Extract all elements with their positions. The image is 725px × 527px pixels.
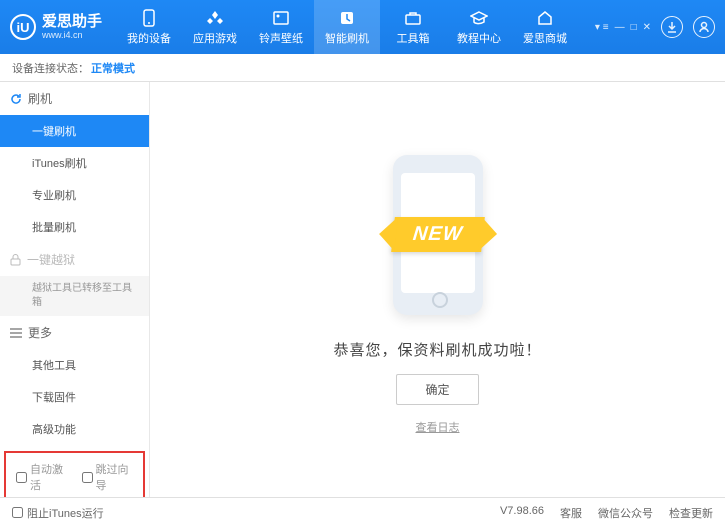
- nav-label: 应用游戏: [193, 30, 237, 46]
- sidebar-item-advanced[interactable]: 高级功能: [0, 413, 149, 445]
- brand-site: www.i4.cn: [42, 30, 102, 40]
- ok-button[interactable]: 确定: [396, 374, 478, 405]
- sidebar-item-oneclick[interactable]: 一键刷机: [0, 115, 149, 147]
- nav-label: 爱思商城: [523, 30, 567, 46]
- logo-icon: iU: [10, 14, 36, 40]
- auto-activate-checkbox[interactable]: 自动激活: [16, 461, 68, 493]
- image-icon: [272, 9, 290, 27]
- apps-icon: [206, 9, 224, 27]
- jailbreak-note: 越狱工具已转移至工具箱: [0, 276, 149, 316]
- view-log-link[interactable]: 查看日志: [416, 419, 460, 435]
- support-link[interactable]: 客服: [560, 505, 582, 521]
- status-value: 正常模式: [91, 60, 135, 76]
- sidebar-group-more[interactable]: 更多: [0, 316, 149, 349]
- flash-icon: [338, 9, 356, 27]
- graduation-icon: [470, 9, 488, 27]
- logo: iU 爱思助手 www.i4.cn: [0, 14, 116, 41]
- footer-right: V7.98.66 客服 微信公众号 检查更新: [500, 505, 713, 521]
- block-itunes-checkbox[interactable]: 阻止iTunes运行: [12, 505, 104, 521]
- brand-name: 爱思助手: [42, 14, 102, 31]
- nav-store[interactable]: 爱思商城: [512, 0, 578, 54]
- status-bar: 设备连接状态： 正常模式: [0, 54, 725, 82]
- window-controls: ▾ ≡ — □ ✕: [595, 22, 651, 33]
- user-button[interactable]: [693, 16, 715, 38]
- success-illustration: NEW: [358, 145, 518, 325]
- sidebar-item-pro[interactable]: 专业刷机: [0, 179, 149, 211]
- sidebar-item-firmware[interactable]: 下载固件: [0, 381, 149, 413]
- nav-label: 工具箱: [397, 30, 430, 46]
- group-label: 一键越狱: [27, 251, 75, 268]
- lock-icon: [10, 254, 21, 266]
- status-label: 设备连接状态：: [12, 60, 89, 76]
- success-message: 恭喜您，保资料刷机成功啦！: [333, 339, 541, 360]
- app-header: iU 爱思助手 www.i4.cn 我的设备 应用游戏 铃声壁纸 智能刷机 工具…: [0, 0, 725, 54]
- nav-label: 教程中心: [457, 30, 501, 46]
- sidebar-item-itunes[interactable]: iTunes刷机: [0, 147, 149, 179]
- minimize-button[interactable]: —: [615, 22, 625, 33]
- nav-label: 我的设备: [127, 30, 171, 46]
- home-icon: [536, 9, 554, 27]
- top-nav: 我的设备 应用游戏 铃声壁纸 智能刷机 工具箱 教程中心 爱思商城: [116, 0, 578, 54]
- list-icon: [10, 328, 22, 338]
- sidebar-item-batch[interactable]: 批量刷机: [0, 211, 149, 243]
- nav-label: 智能刷机: [325, 30, 369, 46]
- nav-my-device[interactable]: 我的设备: [116, 0, 182, 54]
- menu-icon[interactable]: ▾ ≡: [595, 22, 609, 33]
- nav-toolbox[interactable]: 工具箱: [380, 0, 446, 54]
- nav-apps[interactable]: 应用游戏: [182, 0, 248, 54]
- sidebar-options-highlighted: 自动激活 跳过向导: [4, 451, 145, 497]
- wechat-link[interactable]: 微信公众号: [598, 505, 653, 521]
- phone-icon: [140, 9, 158, 27]
- version-label: V7.98.66: [500, 505, 544, 521]
- main-panel: NEW 恭喜您，保资料刷机成功啦！ 确定 查看日志: [150, 82, 725, 497]
- maximize-button[interactable]: □: [631, 22, 637, 33]
- nav-label: 铃声壁纸: [259, 30, 303, 46]
- nav-flash[interactable]: 智能刷机: [314, 0, 380, 54]
- sidebar-item-other[interactable]: 其他工具: [0, 349, 149, 381]
- sidebar: 刷机 一键刷机 iTunes刷机 专业刷机 批量刷机 一键越狱 越狱工具已转移至…: [0, 82, 150, 497]
- group-label: 刷机: [28, 90, 52, 107]
- close-button[interactable]: ✕: [643, 22, 651, 33]
- new-ribbon: NEW: [391, 217, 484, 252]
- skip-guide-checkbox[interactable]: 跳过向导: [82, 461, 134, 493]
- download-button[interactable]: [661, 16, 683, 38]
- footer: 阻止iTunes运行 V7.98.66 客服 微信公众号 检查更新: [0, 497, 725, 527]
- update-link[interactable]: 检查更新: [669, 505, 713, 521]
- header-right: ▾ ≡ — □ ✕: [595, 16, 725, 38]
- toolbox-icon: [404, 9, 422, 27]
- group-label: 更多: [28, 324, 52, 341]
- nav-ringtone[interactable]: 铃声壁纸: [248, 0, 314, 54]
- nav-tutorial[interactable]: 教程中心: [446, 0, 512, 54]
- sidebar-group-jailbreak: 一键越狱: [0, 243, 149, 276]
- sidebar-group-flash[interactable]: 刷机: [0, 82, 149, 115]
- refresh-icon: [10, 93, 22, 105]
